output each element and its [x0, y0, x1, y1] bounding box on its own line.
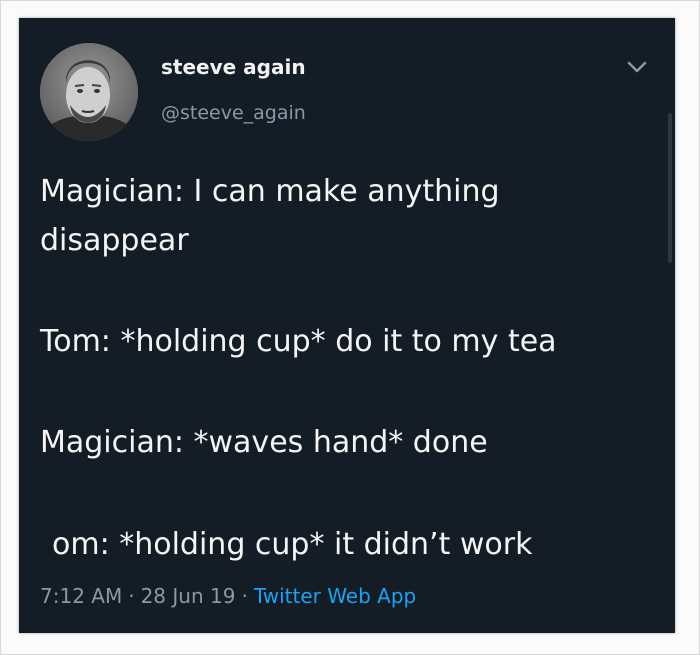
- tweet-source-link[interactable]: Twitter Web App: [254, 584, 416, 608]
- tweet-text-line: Magician: *waves hand* done: [40, 425, 488, 460]
- tweet-time[interactable]: 7:12 AM: [40, 584, 122, 608]
- avatar[interactable]: [40, 43, 138, 141]
- separator: ·: [128, 584, 135, 608]
- scrollbar[interactable]: [668, 113, 672, 263]
- tweet-card: steeve again @steeve_again Magician: I c…: [19, 18, 675, 633]
- chevron-down-icon[interactable]: [624, 56, 650, 78]
- tweet-text-line: disappear: [40, 223, 189, 258]
- tweet-text-line: Tom: *holding cup* do it to my tea: [40, 324, 557, 359]
- display-name[interactable]: steeve again: [161, 55, 306, 79]
- user-handle[interactable]: @steeve_again: [161, 102, 306, 124]
- tweet-date[interactable]: 28 Jun 19: [141, 584, 236, 608]
- avatar-image: [40, 43, 138, 141]
- tweet-meta: 7:12 AM · 28 Jun 19 · Twitter Web App: [40, 584, 416, 608]
- image-frame: steeve again @steeve_again Magician: I c…: [0, 0, 700, 655]
- tweet-text-line: om: *holding cup* it didn’t work: [52, 527, 533, 562]
- tweet-text-line: Magician: I can make anything: [40, 174, 500, 209]
- separator: ·: [241, 584, 248, 608]
